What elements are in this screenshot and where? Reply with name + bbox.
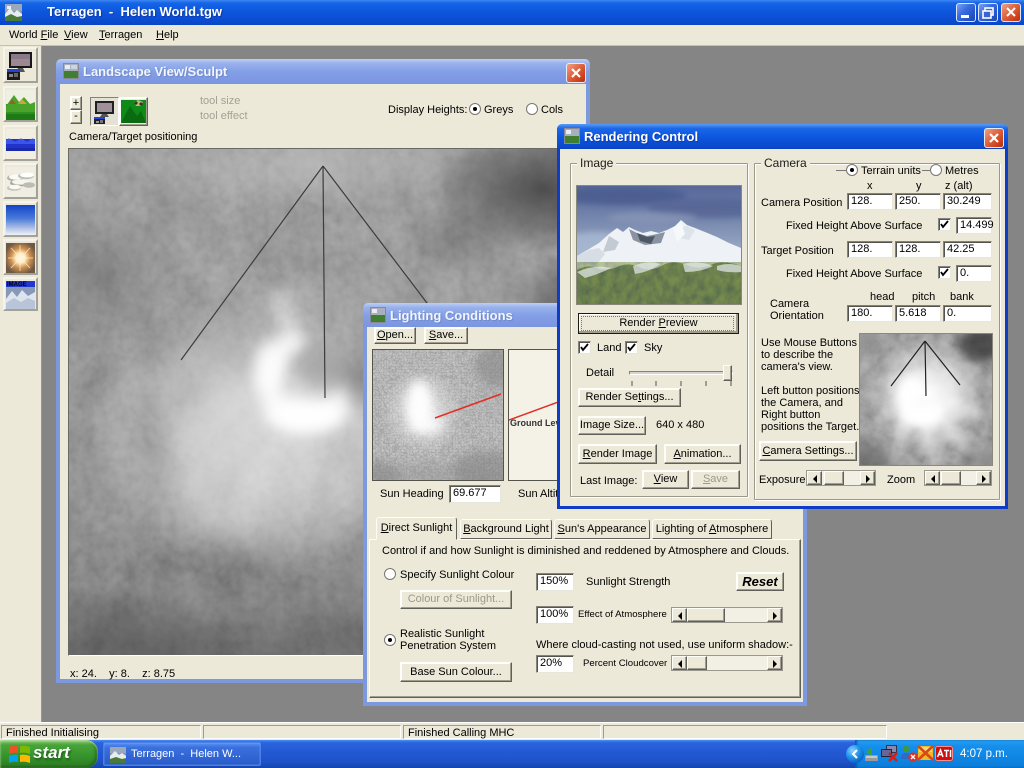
svg-text:IMAGE: IMAGE bbox=[7, 282, 27, 288]
